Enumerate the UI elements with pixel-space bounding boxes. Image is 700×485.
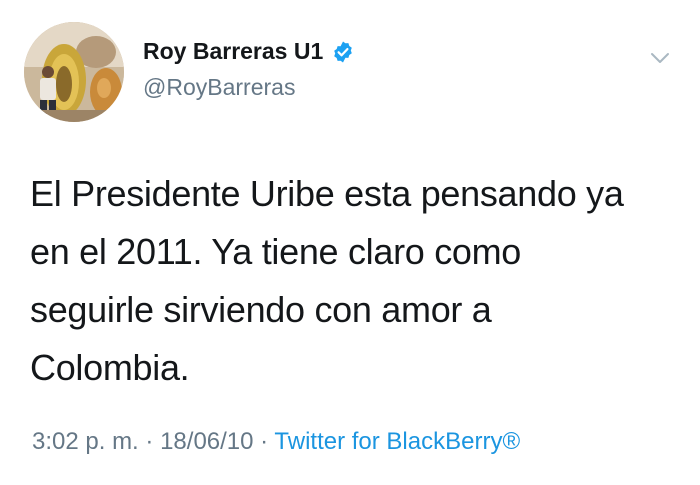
tweet-text: El Presidente Uribe esta pensando ya en … [30, 165, 680, 397]
display-name[interactable]: Roy Barreras U1 [143, 38, 323, 65]
meta-separator: · [260, 428, 269, 455]
tweet-text-line: Colombia. [30, 347, 190, 388]
tweet-card: Roy Barreras U1 @RoyBarreras El Presiden… [0, 0, 700, 485]
tweet-text-line: El Presidente Uribe esta pensando ya [30, 173, 624, 214]
tweet-date[interactable]: 18/06/10 [160, 428, 253, 455]
tweet-source-link[interactable]: Twitter for BlackBerry® [274, 428, 520, 455]
tweet-time[interactable]: 3:02 p. m. [32, 428, 139, 455]
chevron-down-icon[interactable] [648, 48, 672, 68]
avatar[interactable] [24, 22, 124, 122]
meta-separator: · [145, 428, 154, 455]
verified-badge-icon [331, 40, 355, 64]
profile-photo-icon [24, 22, 124, 122]
tweet-text-line: en el 2011. Ya tiene claro como [30, 231, 522, 272]
tweet-metadata: 3:02 p. m. · 18/06/10 · Twitter for Blac… [32, 428, 520, 456]
display-name-row[interactable]: Roy Barreras U1 [143, 38, 355, 65]
user-handle[interactable]: @RoyBarreras [143, 74, 295, 101]
tweet-text-line: seguirle sirviendo con amor a [30, 289, 492, 330]
